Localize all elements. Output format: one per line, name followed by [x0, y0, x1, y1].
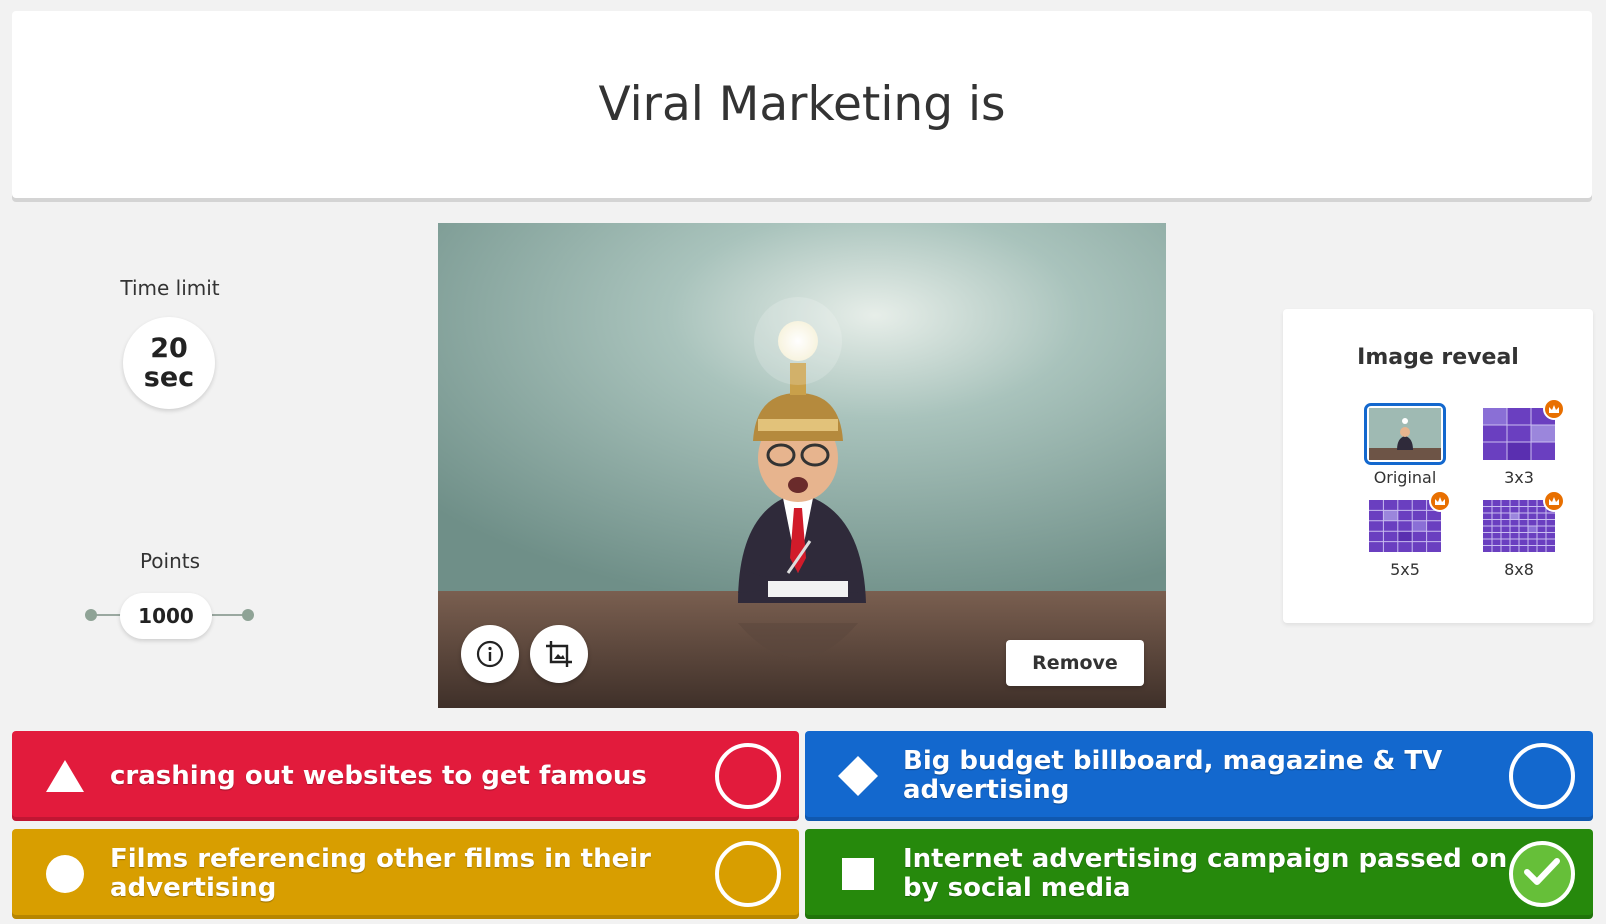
answer-2[interactable]: Big budget billboard, magazine & TV adve…	[805, 731, 1593, 821]
question-card[interactable]: Viral Marketing is	[12, 11, 1592, 198]
crop-icon	[544, 639, 574, 669]
answer-text[interactable]: crashing out websites to get famous	[110, 761, 715, 791]
reveal-thumb-5x5	[1369, 490, 1451, 552]
reveal-option-label: 8x8	[1504, 560, 1534, 579]
points-decrease-dot[interactable]	[85, 609, 97, 621]
reveal-option-5x5[interactable]: 5x5	[1359, 490, 1451, 579]
correct-toggle[interactable]	[715, 841, 781, 907]
reveal-option-label: 5x5	[1390, 560, 1420, 579]
reveal-option-8x8[interactable]: 8x8	[1473, 490, 1565, 579]
question-image: Remove	[438, 223, 1166, 708]
image-crop-button[interactable]	[530, 625, 588, 683]
reveal-option-original[interactable]: Original	[1359, 403, 1451, 487]
correct-toggle[interactable]	[1509, 841, 1575, 907]
answer-1[interactable]: crashing out websites to get famous	[12, 731, 799, 821]
reveal-thumb-8x8	[1483, 490, 1565, 552]
time-limit-unit: sec	[143, 362, 195, 393]
reveal-thumb-original	[1364, 403, 1446, 465]
image-info-button[interactable]	[461, 625, 519, 683]
answer-4[interactable]: Internet advertising campaign passed on …	[805, 829, 1593, 919]
time-limit-button[interactable]: 20 sec	[123, 317, 215, 409]
time-limit-label: Time limit	[120, 276, 220, 300]
answer-text[interactable]: Films referencing other films in their a…	[110, 845, 715, 903]
premium-crown-icon	[1543, 490, 1565, 512]
question-title[interactable]: Viral Marketing is	[598, 77, 1005, 132]
reveal-option-label: 3x3	[1504, 468, 1534, 487]
points-increase-dot[interactable]	[242, 609, 254, 621]
remove-image-button[interactable]: Remove	[1006, 640, 1144, 686]
image-reveal-panel: Image reveal Original 3x3 5x5 8x8	[1283, 309, 1593, 623]
points-button[interactable]: 1000	[120, 593, 212, 639]
answer-text[interactable]: Internet advertising campaign passed on …	[903, 845, 1509, 903]
triangle-icon	[43, 754, 87, 798]
circle-icon	[43, 852, 87, 896]
reveal-option-3x3[interactable]: 3x3	[1473, 398, 1565, 487]
reveal-option-label: Original	[1373, 468, 1437, 487]
image-reveal-title: Image reveal	[1357, 345, 1519, 370]
checkmark-icon	[1524, 857, 1560, 891]
answer-3[interactable]: Films referencing other films in their a…	[12, 829, 799, 919]
points-slider-line-right	[212, 614, 246, 616]
answer-text[interactable]: Big budget billboard, magazine & TV adve…	[903, 747, 1509, 805]
info-icon	[476, 640, 504, 668]
points-label: Points	[139, 549, 201, 573]
correct-toggle[interactable]	[1509, 743, 1575, 809]
premium-crown-icon	[1429, 490, 1451, 512]
square-icon	[836, 852, 880, 896]
reveal-thumb-3x3	[1483, 398, 1565, 460]
correct-toggle[interactable]	[715, 743, 781, 809]
time-limit-value: 20	[150, 333, 188, 364]
diamond-icon	[836, 754, 880, 798]
premium-crown-icon	[1543, 398, 1565, 420]
